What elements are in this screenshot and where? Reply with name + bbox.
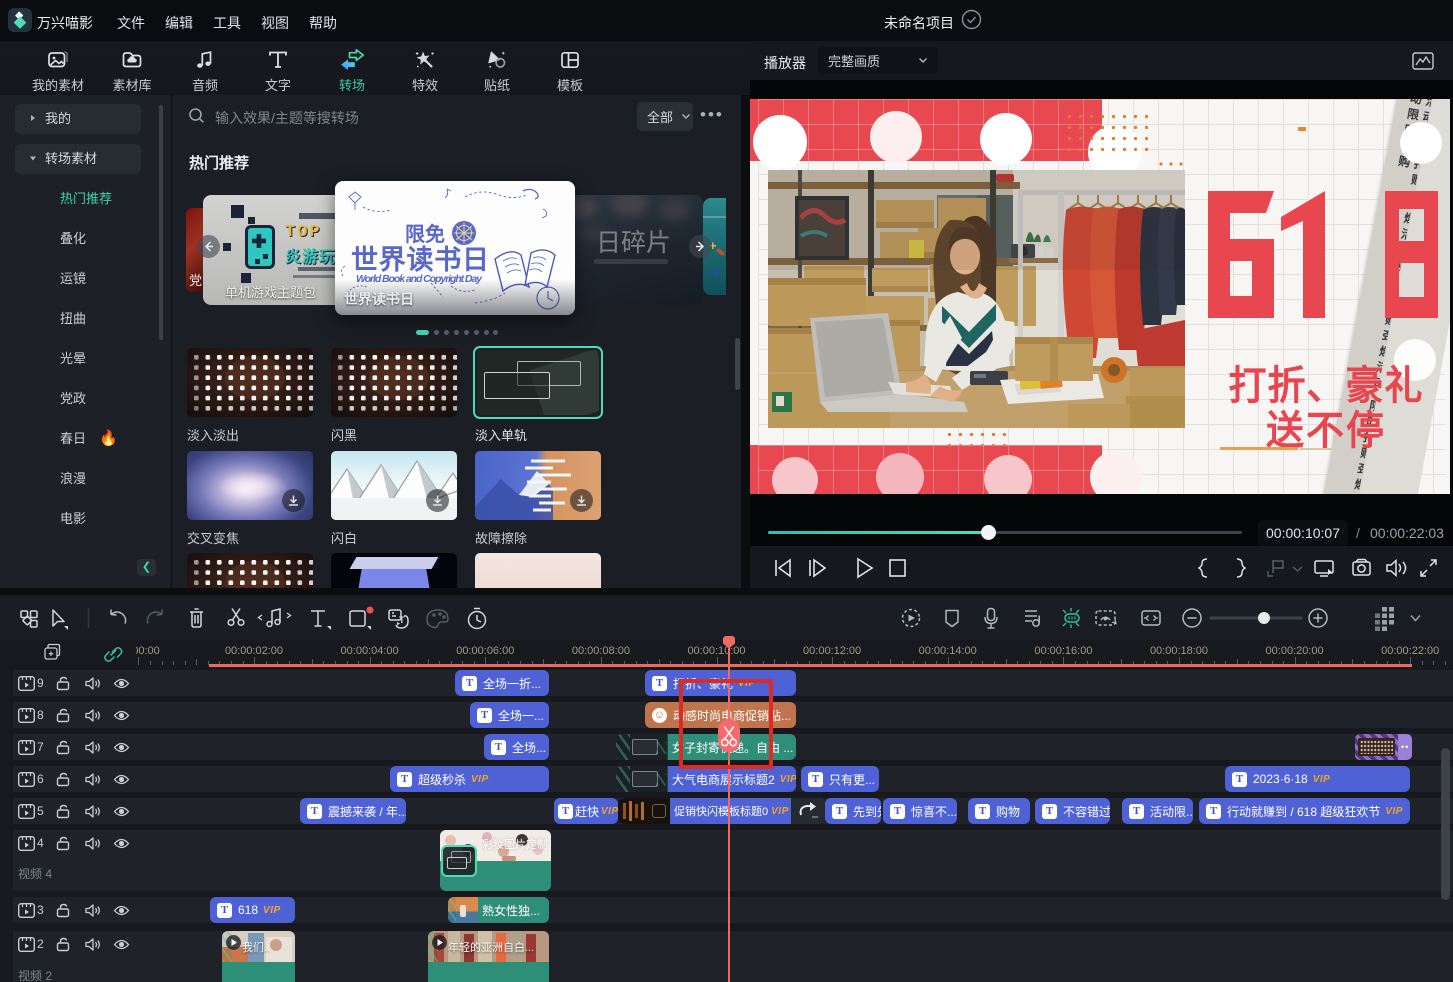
- svg-text:限免: 限免: [405, 222, 445, 246]
- svg-text:T: T: [399, 615, 405, 625]
- svg-text:世界读书日: 世界读书日: [351, 245, 489, 275]
